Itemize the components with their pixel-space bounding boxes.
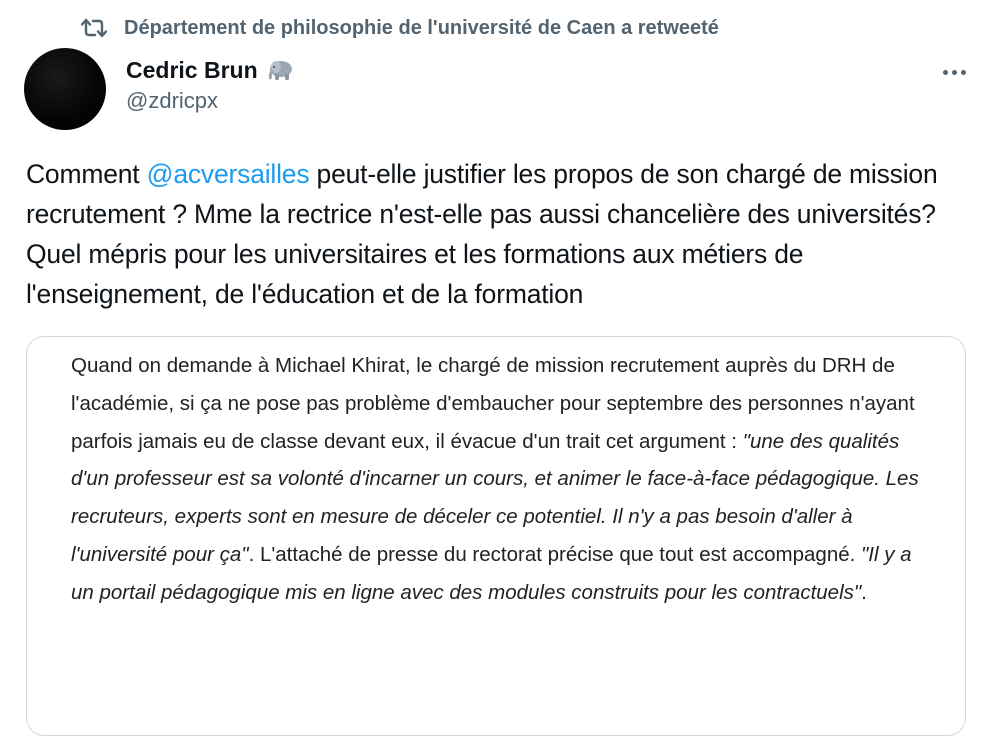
avatar[interactable] — [24, 48, 106, 130]
mention-link[interactable]: @acversailles — [147, 159, 310, 189]
retweet-label: Département de philosophie de l'universi… — [124, 16, 719, 39]
author-block: Cedric Brun @zdricpx — [126, 54, 294, 114]
quote-segment: . L'attaché de presse du rectorat précis… — [248, 542, 862, 566]
tweet-text: Comment @acversailles peut-elle justifie… — [26, 154, 986, 314]
retweet-icon — [80, 14, 108, 42]
author-name[interactable]: Cedric Brun — [126, 57, 258, 84]
more-options-button[interactable] — [934, 56, 974, 88]
more-dot — [960, 69, 966, 75]
more-dot — [951, 69, 957, 75]
retweet-context[interactable]: Département de philosophie de l'universi… — [80, 14, 719, 42]
more-dot — [942, 69, 948, 75]
quoted-image-card[interactable]: Quand on demande à Michael Khirat, le ch… — [26, 336, 966, 736]
author-name-row: Cedric Brun — [126, 54, 294, 86]
tweet-text-start: Comment — [26, 159, 147, 189]
elephant-icon — [266, 58, 294, 82]
author-handle[interactable]: @zdricpx — [126, 88, 294, 114]
quoted-article-text: Quand on demande à Michael Khirat, le ch… — [71, 347, 931, 612]
quote-segment: . — [861, 580, 867, 604]
